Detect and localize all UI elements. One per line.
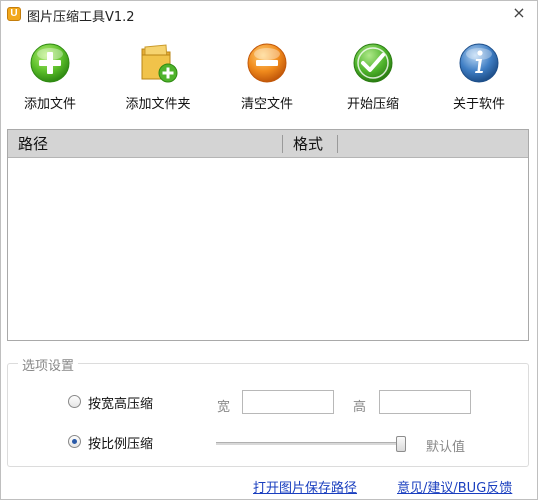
- options-group-title: 选项设置: [18, 355, 79, 374]
- start-compress-button[interactable]: 开始压缩: [328, 35, 418, 119]
- info-circle-icon: [457, 41, 501, 85]
- folder-add-icon: [136, 41, 180, 85]
- check-circle-icon: [351, 41, 395, 85]
- slider-track[interactable]: [216, 442, 406, 445]
- about-button[interactable]: 关于软件: [434, 35, 524, 119]
- column-header-path[interactable]: 路径: [8, 130, 282, 158]
- width-input[interactable]: [242, 390, 334, 414]
- add-circle-icon: [28, 41, 72, 85]
- default-value-label: 默认值: [426, 440, 466, 455]
- start-compress-label: 开始压缩: [346, 97, 399, 112]
- toolbar: 添加文件 添加文件夹 清空文件 开始压缩 关于软件: [1, 35, 537, 119]
- column-header-format[interactable]: 格式: [283, 130, 337, 158]
- radio-compress-by-size-label: 按宽高压缩: [88, 397, 154, 412]
- app-window: U 图片压缩工具V1.2 × 添加文件 添加文件夹 清空文件 开始压缩 关于软件…: [0, 0, 538, 500]
- clear-files-button[interactable]: 清空文件: [222, 35, 312, 119]
- file-list-header: 路径 格式: [8, 130, 528, 158]
- slider-thumb[interactable]: [396, 436, 406, 452]
- window-title: 图片压缩工具V1.2: [27, 10, 135, 25]
- about-label: 关于软件: [452, 97, 505, 112]
- radio-compress-by-ratio-label: 按比例压缩: [88, 437, 154, 452]
- app-icon: U: [7, 7, 21, 21]
- radio-checked-icon[interactable]: [68, 435, 81, 448]
- close-icon[interactable]: ×: [511, 4, 527, 22]
- radio-unchecked-icon[interactable]: [68, 395, 81, 408]
- add-file-label: 添加文件: [23, 97, 76, 112]
- height-input[interactable]: [379, 390, 471, 414]
- ratio-slider[interactable]: [216, 436, 406, 452]
- add-folder-button[interactable]: 添加文件夹: [113, 35, 203, 119]
- file-list[interactable]: 路径 格式: [7, 129, 529, 341]
- add-file-button[interactable]: 添加文件: [5, 35, 95, 119]
- width-label: 宽: [217, 400, 231, 415]
- options-group: 选项设置 按宽高压缩 宽 高 按比例压缩 默认值: [7, 355, 529, 467]
- clear-files-label: 清空文件: [240, 97, 293, 112]
- add-folder-label: 添加文件夹: [125, 97, 191, 112]
- open-save-path-link[interactable]: 打开图片保存路径: [253, 477, 357, 496]
- feedback-link[interactable]: 意见/建议/BUG反馈: [397, 477, 512, 496]
- minus-circle-icon: [245, 41, 289, 85]
- column-divider[interactable]: [337, 135, 338, 153]
- title-bar: U 图片压缩工具V1.2 ×: [1, 1, 537, 27]
- height-label: 高: [353, 400, 367, 415]
